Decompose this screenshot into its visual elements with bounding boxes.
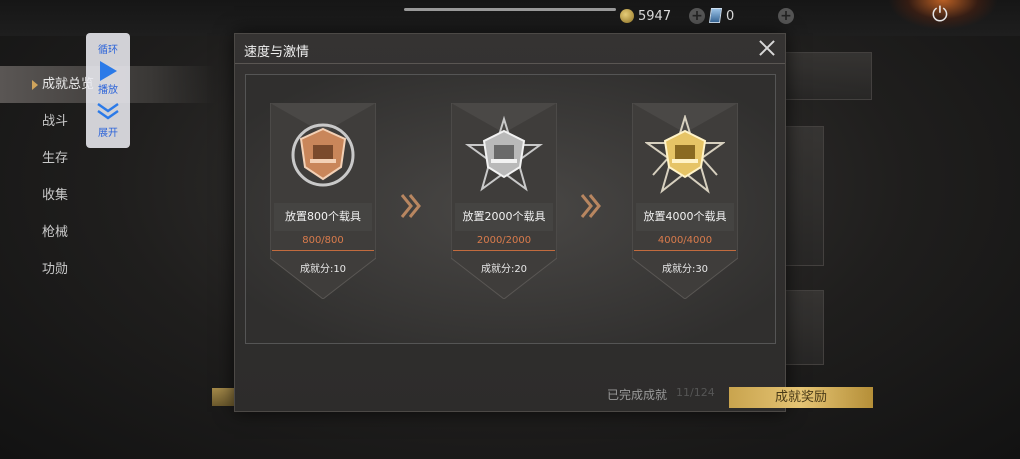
- tier-panel: 放置800个载具 800/800 成就分:10 放置2000个载具 2000/2…: [245, 74, 776, 344]
- ticket-icon: [708, 8, 723, 23]
- bronze-medal-icon: [291, 123, 355, 187]
- tier-requirement: 放置4000个载具: [636, 203, 734, 231]
- tier-progress: 800/800: [302, 235, 344, 246]
- tier-requirement: 放置800个载具: [274, 203, 372, 231]
- modal-header: 速度与激情: [235, 34, 785, 64]
- coin-count: 5947: [638, 9, 672, 24]
- next-tier-arrow-icon: [400, 194, 421, 218]
- top-bar: [0, 0, 1020, 36]
- add-coins-button[interactable]: +: [689, 8, 705, 24]
- tier-divider: [453, 250, 555, 251]
- tier-score: 成就分:20: [480, 264, 528, 275]
- background-card: [784, 52, 872, 100]
- modal-title: 速度与激情: [244, 45, 310, 60]
- coin-icon: [620, 9, 634, 23]
- power-icon[interactable]: ⏻: [932, 2, 948, 26]
- playback-control-panel: 循环 播放 展开: [86, 33, 130, 148]
- sidebar-item-collection[interactable]: 收集: [0, 177, 215, 214]
- background-card: [784, 290, 824, 365]
- next-tier-arrow-icon: [580, 194, 601, 218]
- tier-divider: [272, 250, 374, 251]
- tier-card-bronze: 放置800个载具 800/800 成就分:10: [270, 103, 376, 299]
- loop-label[interactable]: 循环: [86, 41, 130, 56]
- expand-chevron-icon[interactable]: [96, 102, 120, 120]
- completed-achievements-label: 已完成成就: [607, 388, 668, 402]
- achievement-reward-button[interactable]: 成就奖励: [729, 387, 873, 408]
- play-icon[interactable]: [99, 61, 117, 81]
- background-card: [784, 126, 824, 266]
- selected-indicator-icon: [32, 80, 38, 90]
- tier-score: 成就分:10: [299, 264, 347, 275]
- tier-score: 成就分:30: [661, 264, 709, 275]
- tier-progress: 4000/4000: [657, 235, 713, 246]
- tier-progress: 2000/2000: [476, 235, 532, 246]
- sidebar-item-merit[interactable]: 功勋: [0, 251, 215, 288]
- silver-medal-icon: [464, 115, 544, 192]
- add-tickets-button[interactable]: +: [778, 8, 794, 24]
- achievement-detail-modal: 速度与激情 放置800个载具 800/800 成就分:10 放置2000个载具 …: [234, 33, 786, 412]
- completed-achievements-count: 11/124: [676, 386, 715, 399]
- close-icon[interactable]: [757, 38, 777, 58]
- gold-medal-icon: [645, 115, 725, 194]
- tier-card-gold: 放置4000个载具 4000/4000 成就分:30: [632, 103, 738, 299]
- play-label[interactable]: 播放: [86, 81, 130, 96]
- top-progress-line: [404, 8, 616, 11]
- ticket-count: 0: [726, 9, 735, 24]
- expand-label[interactable]: 展开: [86, 124, 130, 139]
- tier-card-silver: 放置2000个载具 2000/2000 成就分:20: [451, 103, 557, 299]
- tier-divider: [634, 250, 736, 251]
- sidebar-item-firearms[interactable]: 枪械: [0, 214, 215, 251]
- tier-requirement: 放置2000个载具: [455, 203, 553, 231]
